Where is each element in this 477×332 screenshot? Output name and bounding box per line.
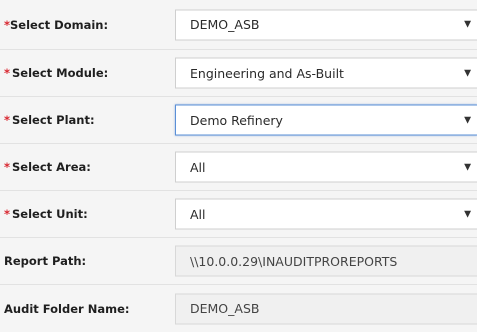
chevron-down-icon[interactable]: ▼: [464, 20, 471, 30]
report-path-label: Report Path:: [4, 254, 87, 268]
domain-select[interactable]: DEMO_ASB ▼: [175, 9, 477, 40]
unit-row: * Select Unit: All ▼: [0, 190, 477, 237]
area-label: * Select Area:: [4, 160, 91, 174]
audit-folder-label: Audit Folder Name:: [4, 301, 130, 316]
plant-select[interactable]: Demo Refinery ▼: [175, 104, 477, 136]
report-path-value: \\10.0.0.29\INAUDITPROREPORTS: [190, 253, 398, 269]
domain-select-value: DEMO_ASB: [190, 17, 260, 32]
chevron-down-icon[interactable]: ▼: [464, 115, 471, 125]
module-row: * Select Module: Engineering and As-Built…: [0, 49, 477, 96]
unit-select[interactable]: All ▼: [175, 198, 477, 230]
required-asterisk: *: [4, 160, 11, 174]
module-select[interactable]: Engineering and As-Built ▼: [175, 57, 477, 89]
required-asterisk: *: [4, 207, 11, 221]
domain-label: *Select Domain:: [4, 17, 109, 32]
required-asterisk: *: [4, 113, 11, 127]
unit-select-value: All: [190, 206, 206, 222]
domain-row: *Select Domain: DEMO_ASB ▼: [0, 0, 477, 49]
chevron-down-icon[interactable]: ▼: [464, 209, 471, 219]
plant-select-value: Demo Refinery: [190, 112, 283, 128]
audit-settings-form: *Select Domain: DEMO_ASB ▼ * Select Modul…: [0, 0, 477, 332]
report-path-field: \\10.0.0.29\INAUDITPROREPORTS: [175, 245, 477, 277]
audit-folder-value: DEMO_ASB: [190, 301, 260, 316]
chevron-down-icon[interactable]: ▼: [464, 68, 471, 78]
plant-label: * Select Plant:: [4, 113, 95, 127]
report-path-row: Report Path: \\10.0.0.29\INAUDITPROREPOR…: [0, 237, 477, 284]
module-label: * Select Module:: [4, 66, 109, 80]
area-select-value: All: [190, 159, 206, 175]
area-row: * Select Area: All ▼: [0, 143, 477, 190]
chevron-down-icon[interactable]: ▼: [464, 162, 471, 172]
plant-row: * Select Plant: Demo Refinery ▼: [0, 96, 477, 143]
required-asterisk: *: [4, 66, 11, 80]
audit-folder-field: DEMO_ASB: [175, 293, 477, 324]
audit-folder-row: Audit Folder Name: DEMO_ASB: [0, 284, 477, 332]
unit-label: * Select Unit:: [4, 207, 88, 221]
module-select-value: Engineering and As-Built: [190, 65, 344, 81]
area-select[interactable]: All ▼: [175, 151, 477, 183]
